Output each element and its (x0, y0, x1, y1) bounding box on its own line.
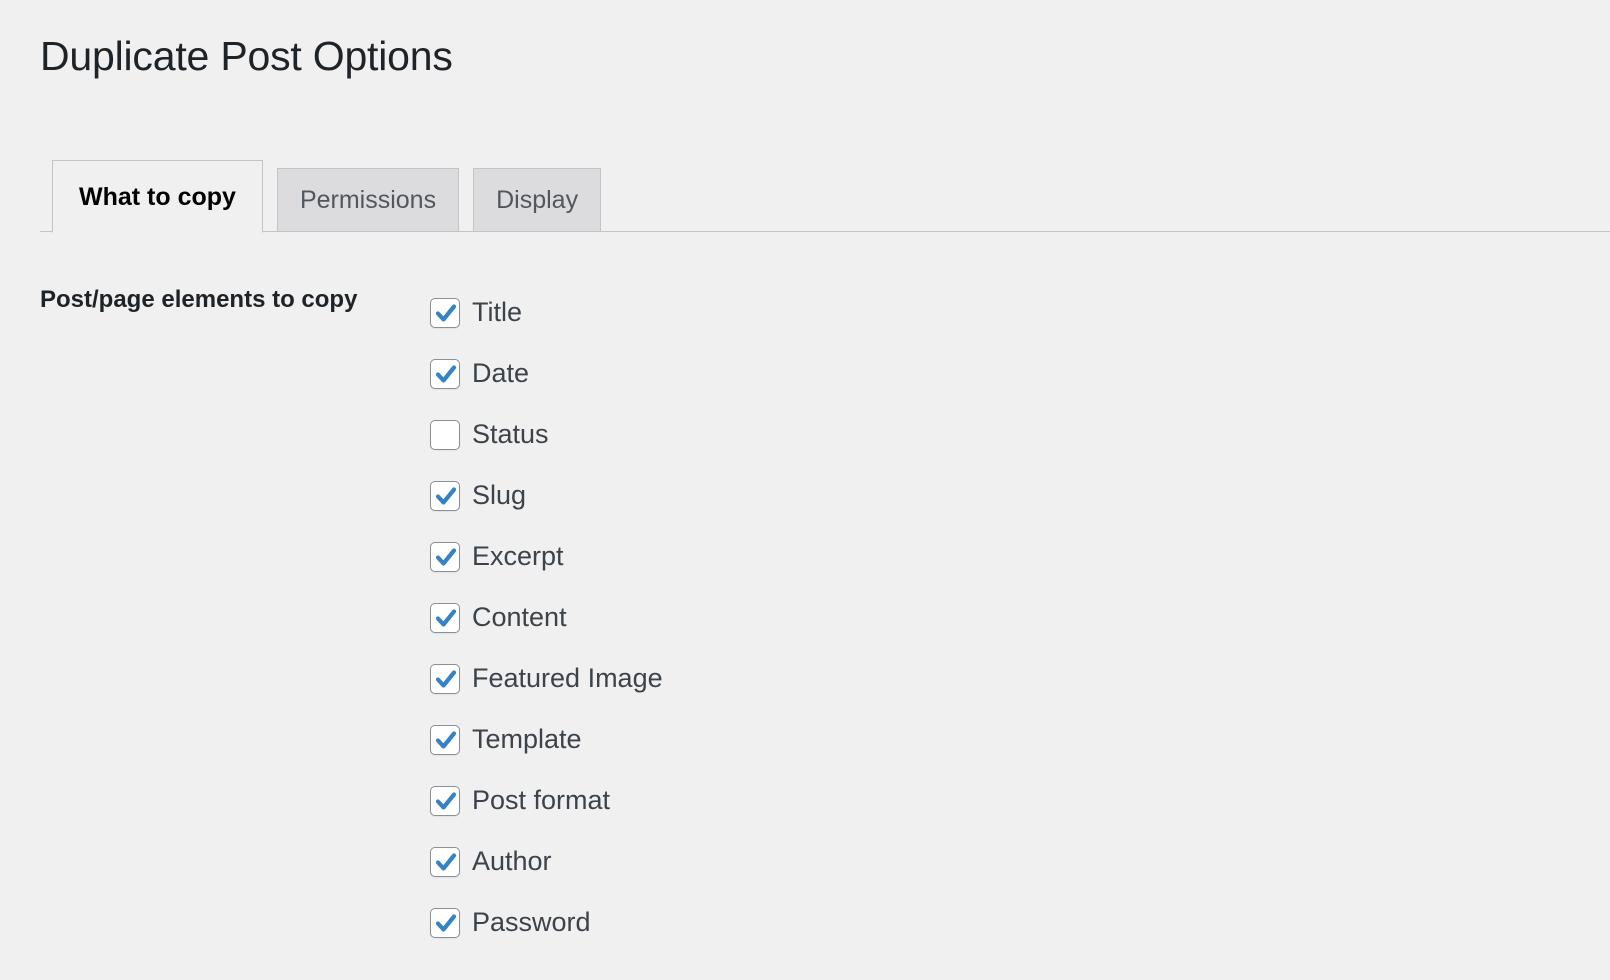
checkbox-label: Post format (472, 785, 611, 815)
checkbox-row-author[interactable]: Author (430, 831, 663, 892)
post-elements-checkbox-list: Title Date Status Slug Excerpt Content F… (430, 282, 663, 953)
check-icon[interactable] (430, 297, 460, 328)
tab-display[interactable]: Display (473, 168, 602, 232)
checkbox-label: Password (472, 907, 591, 937)
tab-permissions[interactable]: Permissions (276, 168, 460, 232)
checkbox-row-featured-image[interactable]: Featured Image (430, 648, 663, 709)
tab-what-to-copy[interactable]: What to copy (52, 160, 263, 233)
duplicate-post-options-page: Duplicate Post Options What to copy Perm… (0, 0, 1610, 980)
checkbox-label: Content (472, 602, 567, 632)
checkbox-row-post-format[interactable]: Post format (430, 770, 663, 831)
tab-list: What to copy Permissions Display (52, 160, 602, 233)
tab-bar: What to copy Permissions Display (0, 160, 1610, 233)
checkbox-label: Featured Image (472, 663, 663, 693)
page-title: Duplicate Post Options (40, 33, 453, 79)
checkbox-row-date[interactable]: Date (430, 343, 663, 404)
checkbox-box[interactable] (430, 419, 460, 450)
checkbox-row-excerpt[interactable]: Excerpt (430, 526, 663, 587)
checkbox-row-content[interactable]: Content (430, 587, 663, 648)
checkbox-label: Excerpt (472, 541, 564, 571)
checkbox-row-title[interactable]: Title (430, 282, 663, 343)
checkbox-label: Date (472, 358, 530, 388)
checkbox-row-password[interactable]: Password (430, 892, 663, 953)
checkbox-row-template[interactable]: Template (430, 709, 663, 770)
checkbox-label: Slug (472, 480, 527, 510)
check-icon[interactable] (430, 724, 460, 755)
check-icon[interactable] (430, 663, 460, 694)
check-icon[interactable] (430, 541, 460, 572)
check-icon[interactable] (430, 602, 460, 633)
checkbox-row-status[interactable]: Status (430, 404, 663, 465)
check-icon[interactable] (430, 846, 460, 877)
checkbox-label: Status (472, 419, 549, 449)
check-icon[interactable] (430, 907, 460, 938)
check-icon[interactable] (430, 785, 460, 816)
checkbox-label: Template (472, 724, 582, 754)
check-icon[interactable] (430, 480, 460, 511)
settings-form: Post/page elements to copy Title Date St… (0, 232, 1610, 980)
checkbox-label: Author (472, 846, 552, 876)
check-icon[interactable] (430, 358, 460, 389)
checkbox-row-slug[interactable]: Slug (430, 465, 663, 526)
field-label-post-page-elements: Post/page elements to copy (40, 286, 358, 313)
field-post-page-elements: Post/page elements to copy Title Date St… (0, 232, 1610, 953)
checkbox-label: Title (472, 297, 523, 327)
